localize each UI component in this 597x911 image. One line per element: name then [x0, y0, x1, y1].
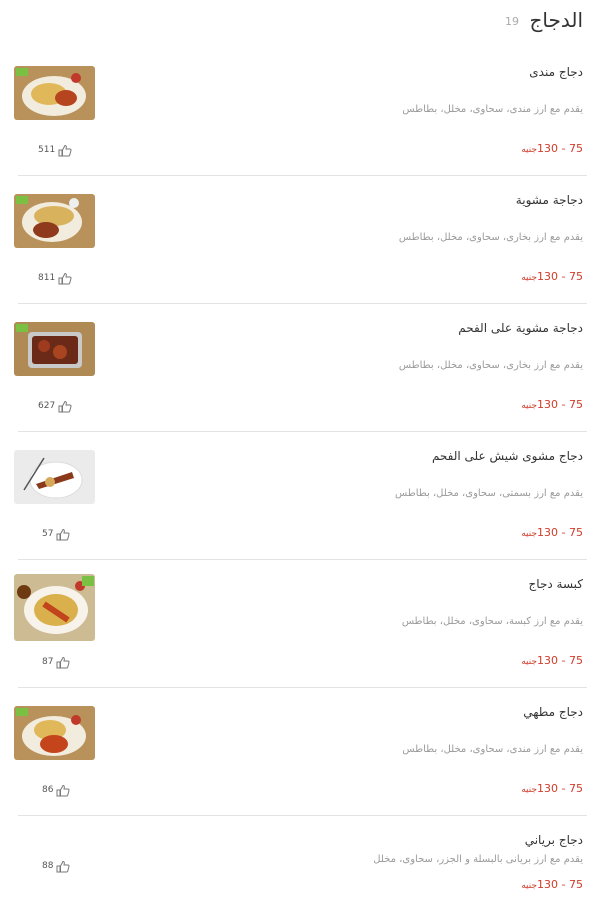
dish-price: 75 - 130جنيه — [521, 398, 583, 411]
dish-name[interactable]: دجاج مندى — [529, 65, 583, 79]
category-header: الدجاج 19 — [0, 0, 597, 48]
menu-item[interactable]: دجاج مطهي يقدم مع ارز مندى، سحاوى، مخلل،… — [0, 688, 597, 816]
thumbs-up-icon — [56, 860, 70, 872]
thumbs-up-icon — [56, 656, 70, 668]
thumbs-up-icon — [58, 400, 72, 412]
dish-thumbnail[interactable] — [14, 322, 95, 376]
like-button[interactable]: 88 — [42, 858, 70, 874]
dish-description: يقدم مع ارز بخارى، سحاوى، مخلل، بطاطس — [398, 360, 583, 371]
dish-thumbnail[interactable] — [14, 194, 95, 248]
dish-price: 75 - 130جنيه — [521, 526, 583, 539]
thumbs-up-icon — [58, 272, 72, 284]
menu-item[interactable]: دجاج مندى يقدم مع ارز مندى، سحاوى، مخلل،… — [0, 48, 597, 176]
menu-item[interactable]: كبسة دجاج يقدم مع ارز كبسة، سحاوى، مخلل،… — [0, 560, 597, 688]
dish-thumbnail[interactable] — [14, 706, 95, 760]
dish-name[interactable]: كبسة دجاج — [529, 577, 583, 591]
dish-name[interactable]: دجاج برياني — [525, 833, 583, 847]
like-button[interactable]: 57 — [42, 526, 70, 542]
thumbs-up-icon — [56, 784, 70, 796]
dish-description: يقدم مع ارز بسمتى، سحاوى، مخلل، بطاطس — [395, 488, 583, 499]
dish-price: 75 - 130جنيه — [521, 654, 583, 667]
like-button[interactable]: 511 — [38, 142, 72, 158]
menu-item[interactable]: دجاج برياني يقدم مع ارز بريانى بالبسلة و… — [0, 816, 597, 911]
menu-item[interactable]: دجاج مشوى شيش على الفحم يقدم مع ارز بسمت… — [0, 432, 597, 560]
like-button[interactable]: 87 — [42, 654, 70, 670]
thumbs-up-icon — [56, 528, 70, 540]
category-title: الدجاج — [529, 8, 583, 32]
like-count: 86 — [42, 785, 54, 795]
dish-name[interactable]: دجاجة مشوية على الفحم — [458, 321, 583, 335]
thumbs-up-icon — [58, 144, 72, 156]
dish-description: يقدم مع ارز بخارى، سحاوى، مخلل، بطاطس — [398, 232, 583, 243]
like-count: 87 — [42, 657, 54, 667]
menu-item[interactable]: دجاجة مشوية يقدم مع ارز بخارى، سحاوى، مخ… — [0, 176, 597, 304]
like-count: 511 — [38, 145, 56, 155]
dish-price: 75 - 130جنيه — [521, 878, 583, 891]
menu-list: دجاج مندى يقدم مع ارز مندى، سحاوى، مخلل،… — [0, 48, 597, 911]
dish-name[interactable]: دجاج مطهي — [523, 705, 583, 719]
dish-thumbnail[interactable] — [14, 450, 95, 504]
like-count: 88 — [42, 861, 54, 871]
category-count: 19 — [505, 15, 519, 28]
like-button[interactable]: 811 — [38, 270, 72, 286]
menu-item[interactable]: دجاجة مشوية على الفحم يقدم مع ارز بخارى،… — [0, 304, 597, 432]
like-count: 811 — [38, 273, 56, 283]
dish-description: يقدم مع ارز مندى، سحاوى، مخلل، بطاطس — [402, 104, 583, 115]
dish-price: 75 - 130جنيه — [521, 782, 583, 795]
like-count: 57 — [42, 529, 54, 539]
dish-description: يقدم مع ارز بريانى بالبسلة و الجزر، سحاو… — [373, 854, 583, 865]
like-button[interactable]: 86 — [42, 782, 70, 798]
dish-name[interactable]: دجاجة مشوية — [516, 193, 583, 207]
dish-price: 75 - 130جنيه — [521, 142, 583, 155]
dish-name[interactable]: دجاج مشوى شيش على الفحم — [432, 449, 583, 463]
like-count: 627 — [38, 401, 56, 411]
dish-thumbnail[interactable] — [14, 574, 95, 641]
like-button[interactable]: 627 — [38, 398, 72, 414]
dish-thumbnail[interactable] — [14, 66, 95, 120]
dish-description: يقدم مع ارز كبسة، سحاوى، مخلل، بطاطس — [401, 616, 583, 627]
dish-price: 75 - 130جنيه — [521, 270, 583, 283]
dish-description: يقدم مع ارز مندى، سحاوى، مخلل، بطاطس — [402, 744, 583, 755]
